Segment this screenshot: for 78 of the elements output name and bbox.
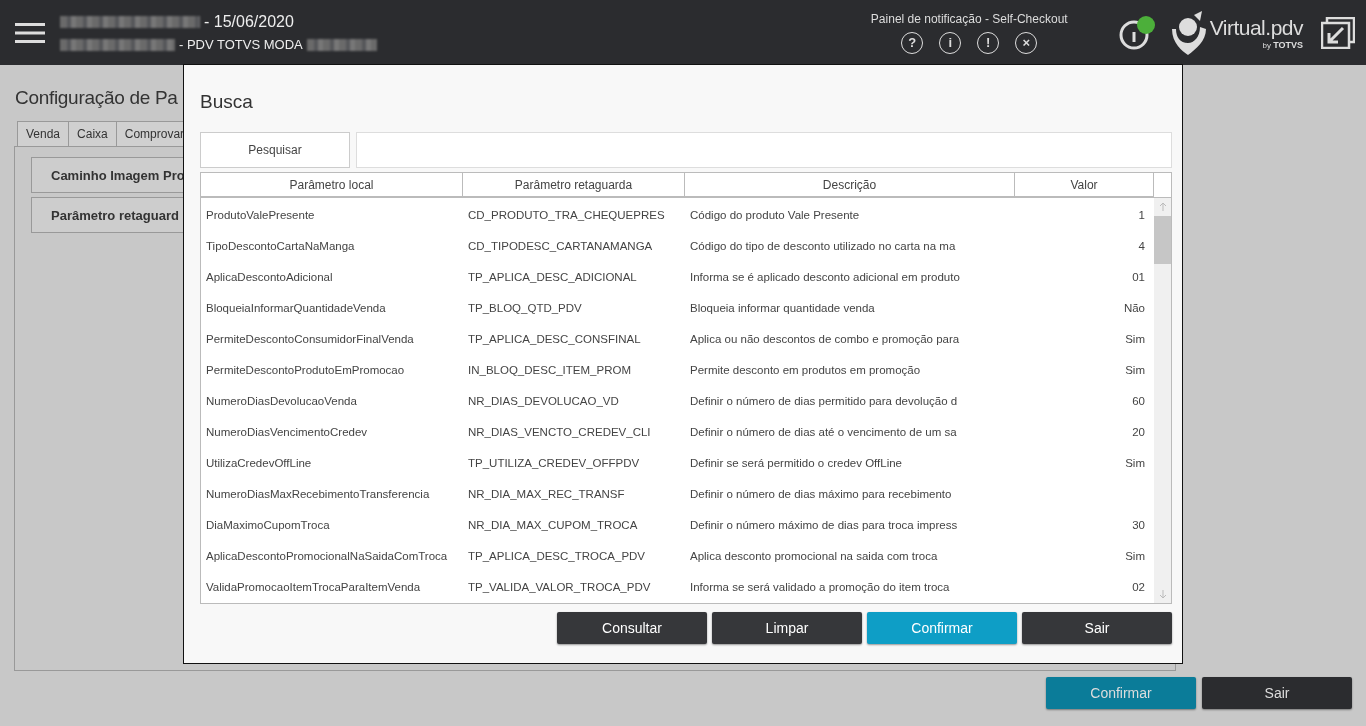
table-cell-text: 01 xyxy=(1131,270,1146,283)
restore-icon[interactable] xyxy=(1321,16,1355,49)
table-cell-text: Definir o número máximo de dias para troca impress xyxy=(689,518,959,531)
table-cell-text: PermiteDescontoConsumidorFinalVenda xyxy=(205,332,415,345)
table-cell-text: ProdutoValePresente xyxy=(205,208,316,221)
table-cell-text: NR_DIA_MAX_REC_TRANSF xyxy=(467,487,626,500)
table-cell-text: 02 xyxy=(1131,580,1146,593)
table-cell-text: NumeroDiasDevolucaoVenda xyxy=(205,394,358,407)
table-cell-text: Definir o número de dias até o vencimento de um sa xyxy=(689,425,958,438)
table-cell-text: Definir o número de dias máximo para recebimento xyxy=(689,487,953,500)
tab[interactable]: Venda xyxy=(17,121,70,146)
table-cell-text: Sim xyxy=(1124,456,1146,469)
table-cell-text: CD_PRODUTO_TRA_CHEQUEPRES xyxy=(467,208,666,221)
table-cell-text: TipoDescontoCartaNaManga xyxy=(205,239,356,252)
action-button[interactable]: Limpar xyxy=(712,612,862,644)
page-title: Configuração de Pa xyxy=(15,87,178,109)
date-text: - 15/06/2020 xyxy=(204,13,294,31)
table-cell-text: 20 xyxy=(1131,425,1146,438)
search-field[interactable] xyxy=(356,132,1172,168)
table-cell-text: Definir o número de dias permitido para devolução d xyxy=(689,394,959,407)
column-header[interactable]: Parâmetro retaguarda xyxy=(463,173,685,197)
table-cell-text: AplicaDescontoAdicional xyxy=(205,270,334,283)
table-cell-text: Código do tipo de desconto utilizado no carta na ma xyxy=(689,239,957,252)
tab[interactable]: Caixa xyxy=(68,121,117,146)
table-cell-text: Aplica desconto promocional na saida com troca xyxy=(689,549,939,562)
table-cell-text: TP_BLOQ_QTD_PDV xyxy=(467,301,583,314)
table-cell-text: 60 xyxy=(1131,394,1146,407)
action-button[interactable]: Sair xyxy=(1022,612,1172,644)
menu-icon[interactable] xyxy=(15,21,45,44)
redacted-text xyxy=(306,38,377,51)
store-text: - PDV TOTVS MODA xyxy=(179,37,303,52)
action-button[interactable]: Sair xyxy=(1202,677,1352,709)
action-button[interactable]: Consultar xyxy=(557,612,707,644)
table-cell-text: PermiteDescontoProdutoEmPromocao xyxy=(205,363,406,376)
notification-title: Painel de notificação - Self-Checkout xyxy=(870,11,1068,26)
scrollbar[interactable] xyxy=(1154,198,1171,603)
table-cell-text: Não xyxy=(1122,301,1146,314)
table-cell-text: NR_DIA_MAX_CUPOM_TROCA xyxy=(467,518,639,531)
column-header[interactable]: Valor xyxy=(1015,173,1154,197)
table-cell-text: TP_UTILIZA_CREDEV_OFFPDV xyxy=(467,456,641,469)
search-button[interactable]: Pesquisar xyxy=(200,132,350,168)
scroll-up-icon[interactable] xyxy=(1157,202,1168,212)
table-cell-text: AplicaDescontoPromocionalNaSaidaComTroca xyxy=(205,549,449,562)
table-cell-text: Código do produto Vale Presente xyxy=(689,208,861,221)
table-cell-text: TP_APLICA_DESC_ADICIONAL xyxy=(467,270,638,283)
dialog-title: Busca xyxy=(200,91,254,113)
logo: Virtual.pdv by TOTVS xyxy=(1169,10,1303,55)
scroll-down-icon[interactable] xyxy=(1157,589,1168,599)
table-cell-text: BloqueiaInformarQuantidadeVenda xyxy=(205,301,387,314)
table-cell-text: TP_APLICA_DESC_CONSFINAL xyxy=(467,332,642,345)
table-cell-text: Sim xyxy=(1124,332,1146,345)
table-cell-text: Informa se será validado a promoção do item troca xyxy=(689,580,951,593)
action-button[interactable]: Confirmar xyxy=(1046,677,1196,709)
info-icon[interactable] xyxy=(1117,14,1158,51)
table-cell-text: NumeroDiasMaxRecebimentoTransferencia xyxy=(205,487,431,500)
table-cell-text: IN_BLOQ_DESC_ITEM_PROM xyxy=(467,363,632,376)
table-cell-text: ValidaPromocaoItemTrocaParaItemVenda xyxy=(205,580,422,593)
table-cell-text: Sim xyxy=(1124,363,1146,376)
table-cell-text: 30 xyxy=(1131,518,1146,531)
table-cell-text: Permite desconto em produtos em promoção xyxy=(689,363,922,376)
table-cell-text: Definir se será permitido o credev OffLine xyxy=(689,456,903,469)
table-cell-text: DiaMaximoCupomTroca xyxy=(205,518,331,531)
scrollbar-thumb[interactable] xyxy=(1154,216,1171,264)
table-cell-text: NumeroDiasVencimentoCredev xyxy=(205,425,369,438)
table-cell-text: Sim xyxy=(1124,549,1146,562)
table-cell-text: CD_TIPODESC_CARTANAMANGA xyxy=(467,239,654,252)
table-cell-text: 1 xyxy=(1137,208,1146,221)
column-header[interactable]: Descrição xyxy=(685,173,1015,197)
table-cell-text: 4 xyxy=(1137,239,1146,252)
column-header[interactable]: Parâmetro local xyxy=(201,173,463,197)
table-cell-text: UtilizaCredevOffLine xyxy=(205,456,313,469)
table-cell-text: Informa se é aplicado desconto adicional em produto xyxy=(689,270,961,283)
table-cell-text: NR_DIAS_DEVOLUCAO_VD xyxy=(467,394,620,407)
table-cell-text: TP_APLICA_DESC_TROCA_PDV xyxy=(467,549,647,562)
table-cell-text: TP_VALIDA_VALOR_TROCA_PDV xyxy=(467,580,652,593)
table-cell-text: NR_DIAS_VENCTO_CREDEV_CLI xyxy=(467,425,652,438)
table-cell-text: Aplica ou não descontos de combo e promoção para xyxy=(689,332,961,345)
table-cell-text: Bloqueia informar quantidade venda xyxy=(689,301,876,314)
